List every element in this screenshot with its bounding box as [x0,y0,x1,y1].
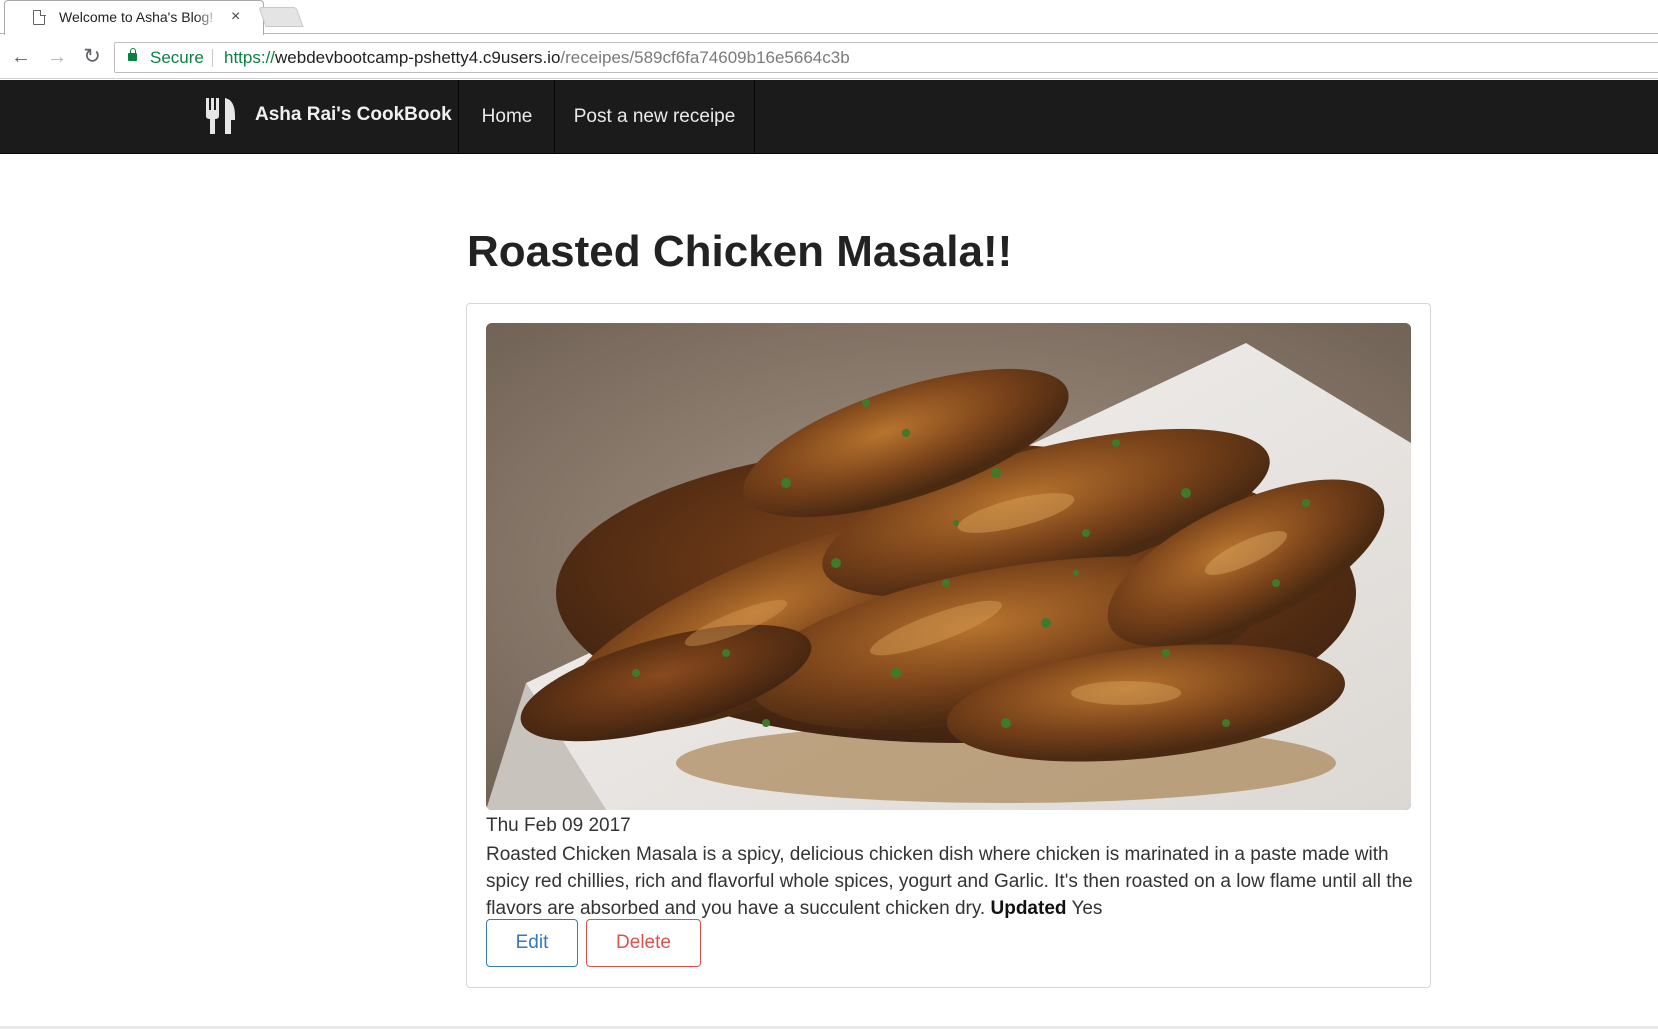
secure-label: Secure [150,48,204,67]
url-text[interactable]: https://webdevbootcamp-pshetty4.c9users.… [224,48,850,68]
browser-tab[interactable]: Welcome to Asha's Blog! × [4,0,264,35]
updated-label: Updated [990,898,1067,919]
page-icon [33,9,46,25]
url-host: webdevbootcamp-pshetty4.c9users.io [275,48,561,67]
recipe-description: Roasted Chicken Masala is a spicy, delic… [486,841,1421,922]
forward-arrow-icon[interactable]: → [45,45,69,69]
navbar-brand[interactable]: Asha Rai's CookBook [200,80,459,154]
back-arrow-icon[interactable]: ← [9,45,33,69]
browser-tabstrip: Welcome to Asha's Blog! × [0,0,1658,35]
address-separator [212,49,213,67]
tab-title-fade [195,5,221,29]
updated-value: Yes [1071,898,1103,919]
reload-icon[interactable]: ↻ [80,45,104,69]
nav-link-home[interactable]: Home [460,80,555,154]
recipe-description-text: Roasted Chicken Masala is a spicy, delic… [486,844,1413,919]
cutlery-icon [206,98,235,134]
page-title: Roasted Chicken Masala!! [467,227,1013,276]
address-bar[interactable]: Secure https://webdevbootcamp-pshetty4.c… [114,42,1658,73]
close-icon[interactable]: × [231,8,240,26]
site-navbar: Asha Rai's CookBook Home Post a new rece… [0,80,1658,154]
new-tab-button[interactable] [258,7,304,27]
nav-link-post-new-receipe[interactable]: Post a new receipe [555,80,755,154]
url-path: /receipes/589cf6fa74609b16e5664c3b [560,48,850,67]
brand-title: Asha Rai's CookBook [255,104,452,125]
browser-toolbar: ← → ↻ Secure https://webdevbootcamp-pshe… [0,35,1658,79]
url-scheme: https:// [224,48,276,67]
delete-button[interactable]: Delete [586,919,701,967]
edit-button[interactable]: Edit [486,919,578,967]
recipe-image [486,323,1411,810]
recipe-card: Thu Feb 09 2017 Roasted Chicken Masala i… [466,303,1431,988]
recipe-date: Thu Feb 09 2017 [486,815,631,836]
lock-icon [128,48,137,61]
